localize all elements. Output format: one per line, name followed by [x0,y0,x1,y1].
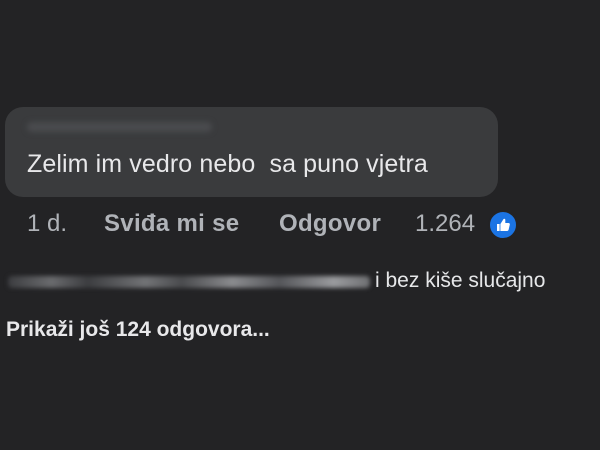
thumbs-up-glyph [497,218,510,231]
reply-item: i bez kiše slučajno [0,268,600,298]
reply-button[interactable]: Odgovor [279,210,381,238]
comment-actions: 1 d. Sviđa mi se Odgovor 1.264 [0,205,600,245]
reply-text: i bez kiše slučajno [375,269,546,292]
like-button[interactable]: Sviđa mi se [104,210,239,238]
comment-bubble: Zelim im vedro nebo sa puno vjetra [5,107,498,197]
comment-timestamp[interactable]: 1 d. [27,210,67,238]
comment-author-redacted [27,122,212,132]
reply-author-redacted [8,276,370,288]
thumbs-up-icon[interactable] [488,210,518,240]
show-more-replies-link[interactable]: Prikaži još 124 odgovora... [6,318,270,342]
comment-text: Zelim im vedro nebo sa puno vjetra [27,150,428,178]
reaction-count[interactable]: 1.264 [415,210,475,238]
